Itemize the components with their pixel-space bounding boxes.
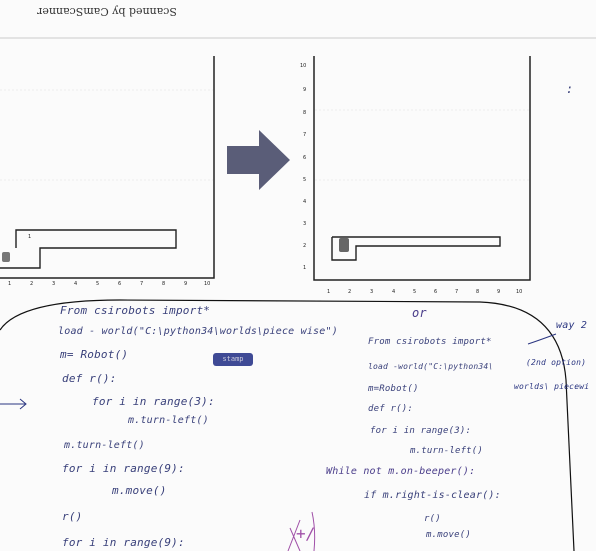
tick-label: 3 [303,221,307,227]
tick-label: 6 [434,289,438,295]
tick-label: 5 [413,289,417,295]
tick-label: 9 [497,289,501,295]
tick-label: 10 [204,281,211,287]
tick-label: 10 [300,63,307,69]
tick-label: 1 [303,265,307,271]
tick-label: 9 [184,281,188,287]
tick-label: 8 [303,110,307,116]
tick-label: 5 [96,281,100,287]
tick-label: 3 [370,289,374,295]
tick-label: 2 [303,243,307,249]
tick-label: 9 [303,87,307,93]
code-line: for i in range(9): [62,536,185,549]
tick-label: 1 [327,289,331,295]
code-line: From csirobots import* [60,304,211,317]
code-line: r() [424,514,441,524]
left-pointer-arrow [0,398,27,410]
code-line: While not m.on-beeper(): [326,466,476,477]
tick-label: 4 [74,281,78,287]
tick-label: 10 [516,289,523,295]
side-mark: : [566,82,574,96]
code-line: if m.right-is-clear(): [364,490,501,501]
tick-label: 1 [8,281,12,287]
scanned-page: Scanned by CamScanner 1 2 3 4 5 6 7 8 9 … [0,0,596,551]
tick-label: 8 [162,281,166,287]
code-line: load - world("C:\python34\worlds\piece w… [58,326,338,337]
code-line: m.turn-left() [64,440,145,451]
tick-label: 7 [455,289,459,295]
tick-label: 6 [303,155,307,161]
tick-label: 2 [30,281,34,287]
left-robot-label: 1 [28,234,32,240]
code-line: m= Robot() [60,348,129,361]
stray-marks: +/ [296,524,316,543]
tick-label: 2 [348,289,352,295]
code-line: m.turn-left() [410,446,484,456]
right-arrow-shape [227,130,290,190]
code-line: m.move() [426,530,471,540]
code-line: m=Robot() [368,384,419,394]
annotation-worlds: worlds\ piecewi [514,382,590,391]
annotation-second-option: (2nd option) [526,358,587,367]
tick-label: 3 [52,281,56,287]
tick-label: 5 [303,177,307,183]
stamp-scribble: stamp [213,353,253,366]
annotation-way-2: way 2 [556,320,588,331]
code-line: From csirobots import* [368,337,492,347]
tick-label: 7 [140,281,144,287]
tick-label: 8 [476,289,480,295]
left-robot-icon [2,252,10,262]
or-label: or [412,306,427,320]
tick-label: 4 [303,199,307,205]
tick-label: 7 [303,132,307,138]
left-world-grid [0,56,215,279]
code-line: for i in range(3): [92,395,215,408]
right-robot-icon [339,238,349,252]
code-line: for i in range(9): [62,462,185,475]
tick-label: 4 [392,289,396,295]
code-line: m.move() [112,484,167,497]
code-line: m.turn-left() [128,415,209,426]
tick-label: 6 [118,281,122,287]
code-line: for i in range(3): [370,426,472,436]
code-line: def r(): [62,372,117,385]
code-line: load -world("C:\python34\ [368,362,494,371]
code-line: r() [62,510,83,523]
code-line: def r(): [368,404,413,414]
